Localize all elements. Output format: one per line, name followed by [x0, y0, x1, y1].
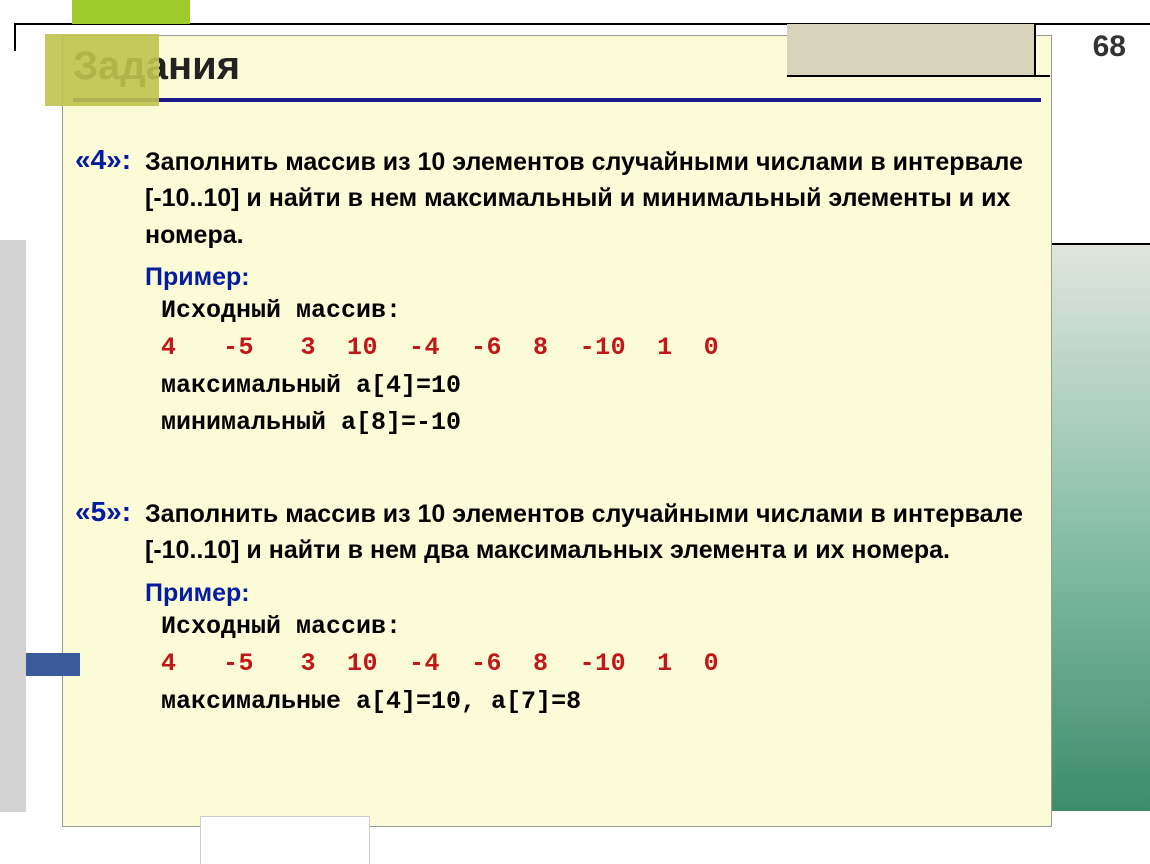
task-4-array-values: 4 -5 3 10 -4 -6 8 -10 1 0 — [161, 329, 1031, 367]
task-5-max-line: максимальные a[4]=10, a[7]=8 — [161, 683, 1031, 721]
deco-line — [787, 75, 1050, 77]
task-4: «4»: Заполнить массив из 10 элементов сл… — [75, 144, 1031, 442]
slide-body: Задания «4»: Заполнить массив из 10 элем… — [62, 35, 1052, 827]
task-5: «5»: Заполнить массив из 10 элементов сл… — [75, 496, 1031, 720]
page-number: 68 — [1093, 30, 1126, 64]
task-4-source-label: Исходный массив: — [161, 292, 1031, 330]
deco-line — [1050, 243, 1150, 245]
deco-line — [1034, 23, 1036, 76]
task-4-description: Заполнить массив из 10 элементов случайн… — [145, 144, 1031, 253]
deco-bottom-box — [200, 816, 370, 864]
task-4-min-line: минимальный a[8]=-10 — [161, 404, 1031, 442]
task-4-grade: «4»: — [75, 144, 145, 176]
task-5-array-values: 4 -5 3 10 -4 -6 8 -10 1 0 — [161, 645, 1031, 683]
deco-right-gradient — [1050, 244, 1150, 811]
title-underline — [73, 98, 1041, 102]
task-5-example-label: Пример: — [145, 579, 1031, 608]
deco-green-top — [72, 0, 190, 24]
deco-line — [14, 23, 16, 51]
deco-olive-block — [45, 34, 159, 106]
deco-left-gray — [0, 240, 26, 812]
task-4-max-line: максимальный a[4]=10 — [161, 367, 1031, 405]
task-5-grade: «5»: — [75, 496, 145, 528]
task-5-source-label: Исходный массив: — [161, 608, 1031, 646]
deco-blue-left — [26, 653, 80, 676]
deco-tan-top — [787, 24, 1034, 76]
task-5-description: Заполнить массив из 10 элементов случайн… — [145, 496, 1031, 569]
task-4-example-label: Пример: — [145, 263, 1031, 292]
